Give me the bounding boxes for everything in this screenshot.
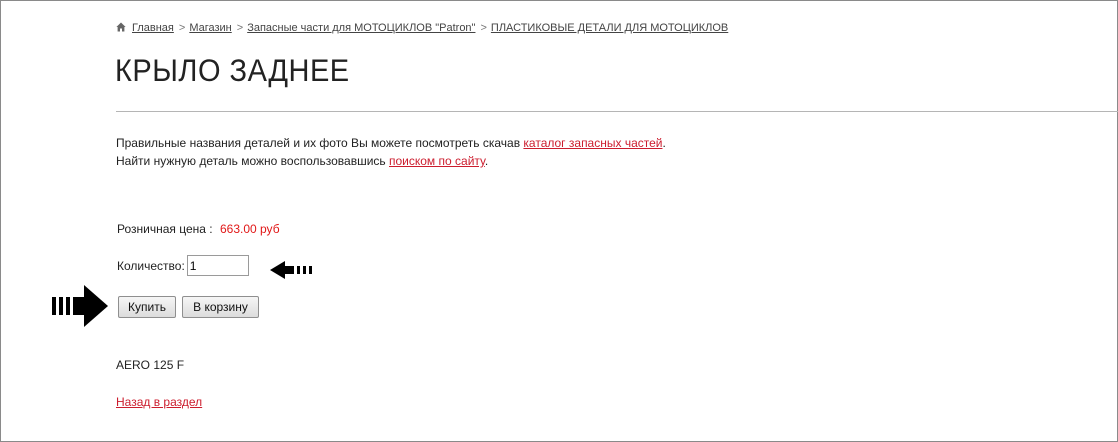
price-value: 663.00 руб xyxy=(219,222,280,236)
breadcrumb-separator: > xyxy=(236,22,244,34)
info-punct: . xyxy=(662,136,666,150)
breadcrumb-shop-link[interactable]: Магазин xyxy=(189,22,231,34)
add-to-cart-button[interactable]: В корзину xyxy=(182,296,259,318)
info-text: Правильные названия деталей и их фото Вы… xyxy=(116,134,666,170)
back-to-section-link[interactable]: Назад в раздел xyxy=(116,395,202,409)
product-model: AERO 125 F xyxy=(116,358,185,372)
quantity-row: Количество: xyxy=(117,255,249,276)
breadcrumb-spare-parts-link[interactable]: Запасные части для МОТОЦИКЛОВ "Patron" xyxy=(247,22,475,34)
breadcrumb-separator: > xyxy=(480,22,487,34)
info-line-catalog: Правильные названия деталей и их фото Вы… xyxy=(116,134,666,152)
price-colon: : xyxy=(209,222,213,236)
dashed-arrow-right-icon xyxy=(52,285,108,327)
catalog-link[interactable]: каталог запасных частей xyxy=(523,136,662,150)
quantity-label: Количество: xyxy=(117,258,185,273)
title-divider xyxy=(116,111,1118,112)
info-text-search: Найти нужную деталь можно воспользовавши… xyxy=(116,154,389,168)
breadcrumb-separator: > xyxy=(178,22,186,34)
info-line-search: Найти нужную деталь можно воспользовавши… xyxy=(116,152,666,170)
page-title: КРЫЛО ЗАДНЕЕ xyxy=(115,54,350,89)
info-text-catalog: Правильные названия деталей и их фото Вы… xyxy=(116,136,524,150)
price-row: Розничная цена : 663.00 руб xyxy=(117,222,280,236)
home-icon xyxy=(116,22,126,32)
buy-button[interactable]: Купить xyxy=(118,296,176,318)
breadcrumb: Главная > Магазин > Запасные части для МОТОЦ… xyxy=(116,22,728,34)
price-label: Розничная цена xyxy=(117,222,206,236)
quantity-input[interactable] xyxy=(186,255,249,276)
dashed-arrow-left-icon xyxy=(270,261,312,279)
breadcrumb-plastic-parts-link[interactable]: ПЛАСТИКОВЫЕ ДЕТАЛИ ДЛЯ МОТОЦИКЛОВ xyxy=(491,22,728,34)
info-punct: . xyxy=(484,154,489,168)
breadcrumb-home-link[interactable]: Главная xyxy=(132,22,174,34)
site-search-link[interactable]: поиском по сайту xyxy=(389,154,485,168)
